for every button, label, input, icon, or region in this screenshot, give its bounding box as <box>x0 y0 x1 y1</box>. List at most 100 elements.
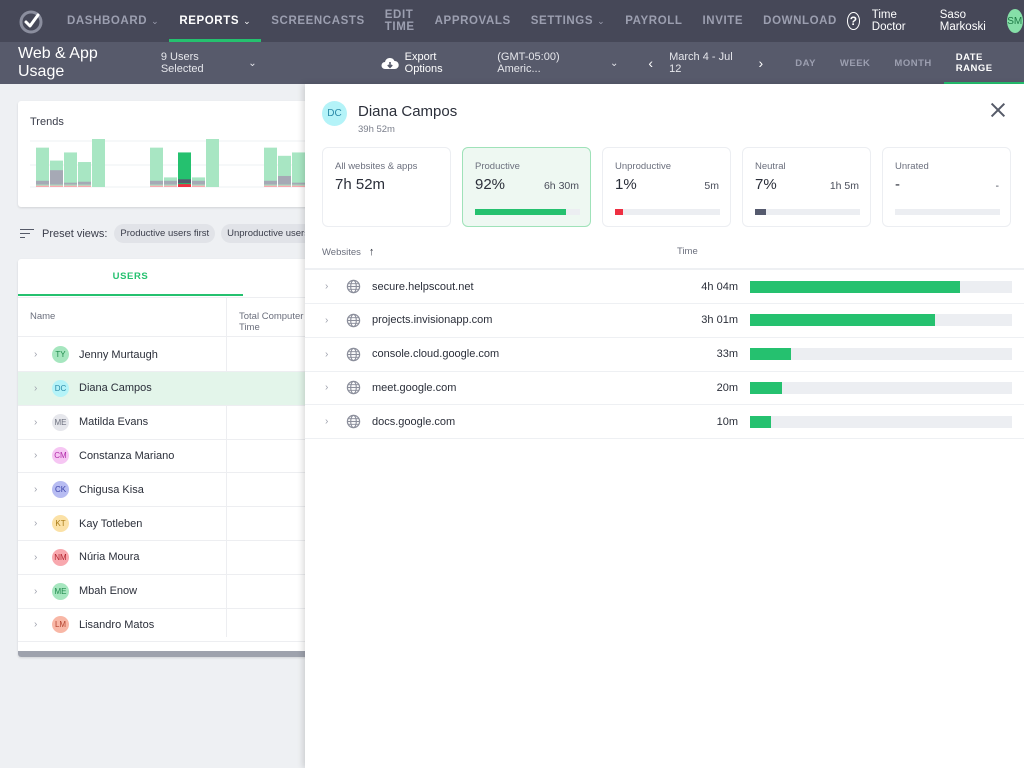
chevron-right-icon[interactable]: › <box>325 416 328 427</box>
trend-bar-unproductive[interactable] <box>150 185 163 187</box>
nav-item-edit-time[interactable]: EDIT TIME <box>375 0 425 42</box>
website-row[interactable]: › console.cloud.google.com 33m <box>305 338 1024 372</box>
trend-bar-neutral[interactable] <box>78 181 91 185</box>
next-date-button[interactable]: › <box>759 55 764 71</box>
stat-value: 7h 52m <box>335 176 386 193</box>
trend-bar-neutral[interactable] <box>36 180 49 185</box>
chevron-right-icon[interactable]: › <box>34 586 52 597</box>
chevron-right-icon[interactable]: › <box>34 349 52 360</box>
trend-bar-unproductive[interactable] <box>264 185 277 187</box>
trend-bar-unproductive[interactable] <box>178 184 191 187</box>
nav-item-screencasts[interactable]: SCREENCASTS <box>261 0 375 42</box>
chevron-right-icon[interactable]: › <box>34 484 52 495</box>
trends-chart <box>30 139 318 188</box>
trend-bar-neutral[interactable] <box>264 180 277 185</box>
trend-bar-neutral[interactable] <box>164 180 177 185</box>
trend-bar-neutral[interactable] <box>178 179 191 184</box>
nav-item-download[interactable]: DOWNLOAD <box>753 0 847 42</box>
website-usage-fill <box>750 415 771 428</box>
column-header-name[interactable]: Name <box>30 311 55 322</box>
chevron-right-icon[interactable]: › <box>325 382 328 393</box>
tab-day[interactable]: DAY <box>783 42 828 84</box>
stat-label: Neutral <box>755 161 786 172</box>
website-row[interactable]: › docs.google.com 10m <box>305 405 1024 440</box>
stat-card-neutral[interactable]: Neutral 7% 1h 5m <box>742 147 871 227</box>
stat-card-all-websites-apps[interactable]: All websites & apps 7h 52m <box>322 147 451 227</box>
nav-item-reports[interactable]: REPORTS ⌄ <box>169 0 262 42</box>
chevron-right-icon[interactable]: › <box>34 518 52 529</box>
trend-bar-unproductive[interactable] <box>36 185 49 187</box>
column-header-websites[interactable]: Websites ↑ <box>322 246 374 258</box>
chevron-right-icon[interactable]: › <box>34 552 52 563</box>
stat-card-unrated[interactable]: Unrated - - <box>882 147 1011 227</box>
chevron-right-icon[interactable]: › <box>34 619 52 630</box>
nav-item-settings[interactable]: SETTINGS ⌄ <box>521 0 615 42</box>
trend-bar-unproductive[interactable] <box>78 185 91 187</box>
trend-bar-neutral[interactable] <box>292 182 305 185</box>
help-icon[interactable]: ? <box>846 12 860 30</box>
trend-bar-neutral[interactable] <box>192 180 205 185</box>
tab-date-range[interactable]: DATE RANGE <box>943 42 1024 84</box>
export-options-button[interactable]: Export Options <box>381 51 474 75</box>
user-avatar[interactable]: SM <box>1006 9 1023 33</box>
trend-bar-neutral[interactable] <box>278 175 291 185</box>
timezone-dropdown[interactable]: (GMT-05:00) Americ... ⌄ <box>497 51 618 75</box>
stat-card-productive[interactable]: Productive 92% 6h 30m <box>462 147 591 227</box>
website-name: docs.google.com <box>372 415 456 428</box>
chevron-right-icon[interactable]: › <box>325 349 328 360</box>
tab-users[interactable]: USERS <box>18 259 243 296</box>
trend-bar-neutral[interactable] <box>50 170 63 185</box>
nav-item-label: DOWNLOAD <box>763 15 837 27</box>
trend-bar-unproductive[interactable] <box>278 185 291 187</box>
website-usage-bar <box>750 415 1012 428</box>
trend-bar-productive[interactable] <box>92 139 105 187</box>
previous-date-button[interactable]: ‹ <box>648 55 653 71</box>
user-row[interactable]: › ME Mbah Enow <box>18 575 318 609</box>
trend-bar-neutral[interactable] <box>150 180 163 185</box>
website-row[interactable]: › secure.helpscout.net 4h 04m <box>305 270 1024 304</box>
user-avatar: KT <box>52 515 69 532</box>
user-row[interactable]: › ME Matilda Evans <box>18 406 318 440</box>
trend-bar-unproductive[interactable] <box>292 185 305 187</box>
time-doctor-logo-icon[interactable] <box>17 7 45 35</box>
column-header-time[interactable]: Time <box>677 246 698 257</box>
trend-bar-productive[interactable] <box>64 152 77 187</box>
trend-bar-productive[interactable] <box>292 152 305 187</box>
website-row[interactable]: › projects.invisionapp.com 3h 01m <box>305 304 1024 338</box>
users-selector-dropdown[interactable]: 9 Users Selected ⌄ <box>161 51 257 75</box>
website-name: secure.helpscout.net <box>372 280 474 293</box>
chevron-right-icon[interactable]: › <box>34 450 52 461</box>
trend-bar-productive[interactable] <box>206 139 219 187</box>
chevron-right-icon[interactable]: › <box>325 281 328 292</box>
user-row[interactable]: › CK Chigusa Kisa <box>18 473 318 508</box>
user-row[interactable]: › DC Diana Campos <box>18 371 318 406</box>
user-row[interactable]: › CM Constanza Mariano <box>18 439 318 474</box>
user-row[interactable]: › KT Kay Totleben <box>18 507 318 541</box>
chevron-right-icon[interactable]: › <box>325 315 328 326</box>
user-name[interactable]: Saso Markoski <box>940 9 991 33</box>
user-row[interactable]: › TY Jenny Murtaugh <box>18 338 318 372</box>
user-row[interactable]: › LM Lisandro Matos <box>18 608 318 643</box>
website-row[interactable]: › meet.google.com 20m <box>305 371 1024 406</box>
tab-month[interactable]: MONTH <box>882 42 943 84</box>
chevron-right-icon[interactable]: › <box>34 417 52 428</box>
nav-item-approvals[interactable]: APPROVALS <box>425 0 521 42</box>
nav-item-invite[interactable]: INVITE <box>693 0 754 42</box>
globe-icon <box>346 279 361 294</box>
nav-item-dashboard[interactable]: DASHBOARD ⌄ <box>57 0 169 42</box>
chevron-right-icon[interactable]: › <box>34 383 52 394</box>
trend-bar-unproductive[interactable] <box>64 185 77 187</box>
trend-bar-neutral[interactable] <box>64 182 77 185</box>
stat-card-unproductive[interactable]: Unproductive 1% 5m <box>602 147 731 227</box>
website-time: 33m <box>716 348 738 361</box>
trend-bar-unproductive[interactable] <box>192 185 205 187</box>
user-row[interactable]: › NM Núria Moura <box>18 541 318 575</box>
close-icon[interactable] <box>990 102 1006 118</box>
company-switcher[interactable]: Time Doctor <box>872 9 914 33</box>
users-table-header: Name Total Computer Time <box>18 297 318 337</box>
tab-week[interactable]: WEEK <box>828 42 883 84</box>
trend-bar-unproductive[interactable] <box>50 185 63 187</box>
trend-bar-unproductive[interactable] <box>164 185 177 187</box>
preset-chip-productive-first[interactable]: Productive users first <box>114 224 216 243</box>
nav-item-payroll[interactable]: PAYROLL <box>615 0 692 42</box>
